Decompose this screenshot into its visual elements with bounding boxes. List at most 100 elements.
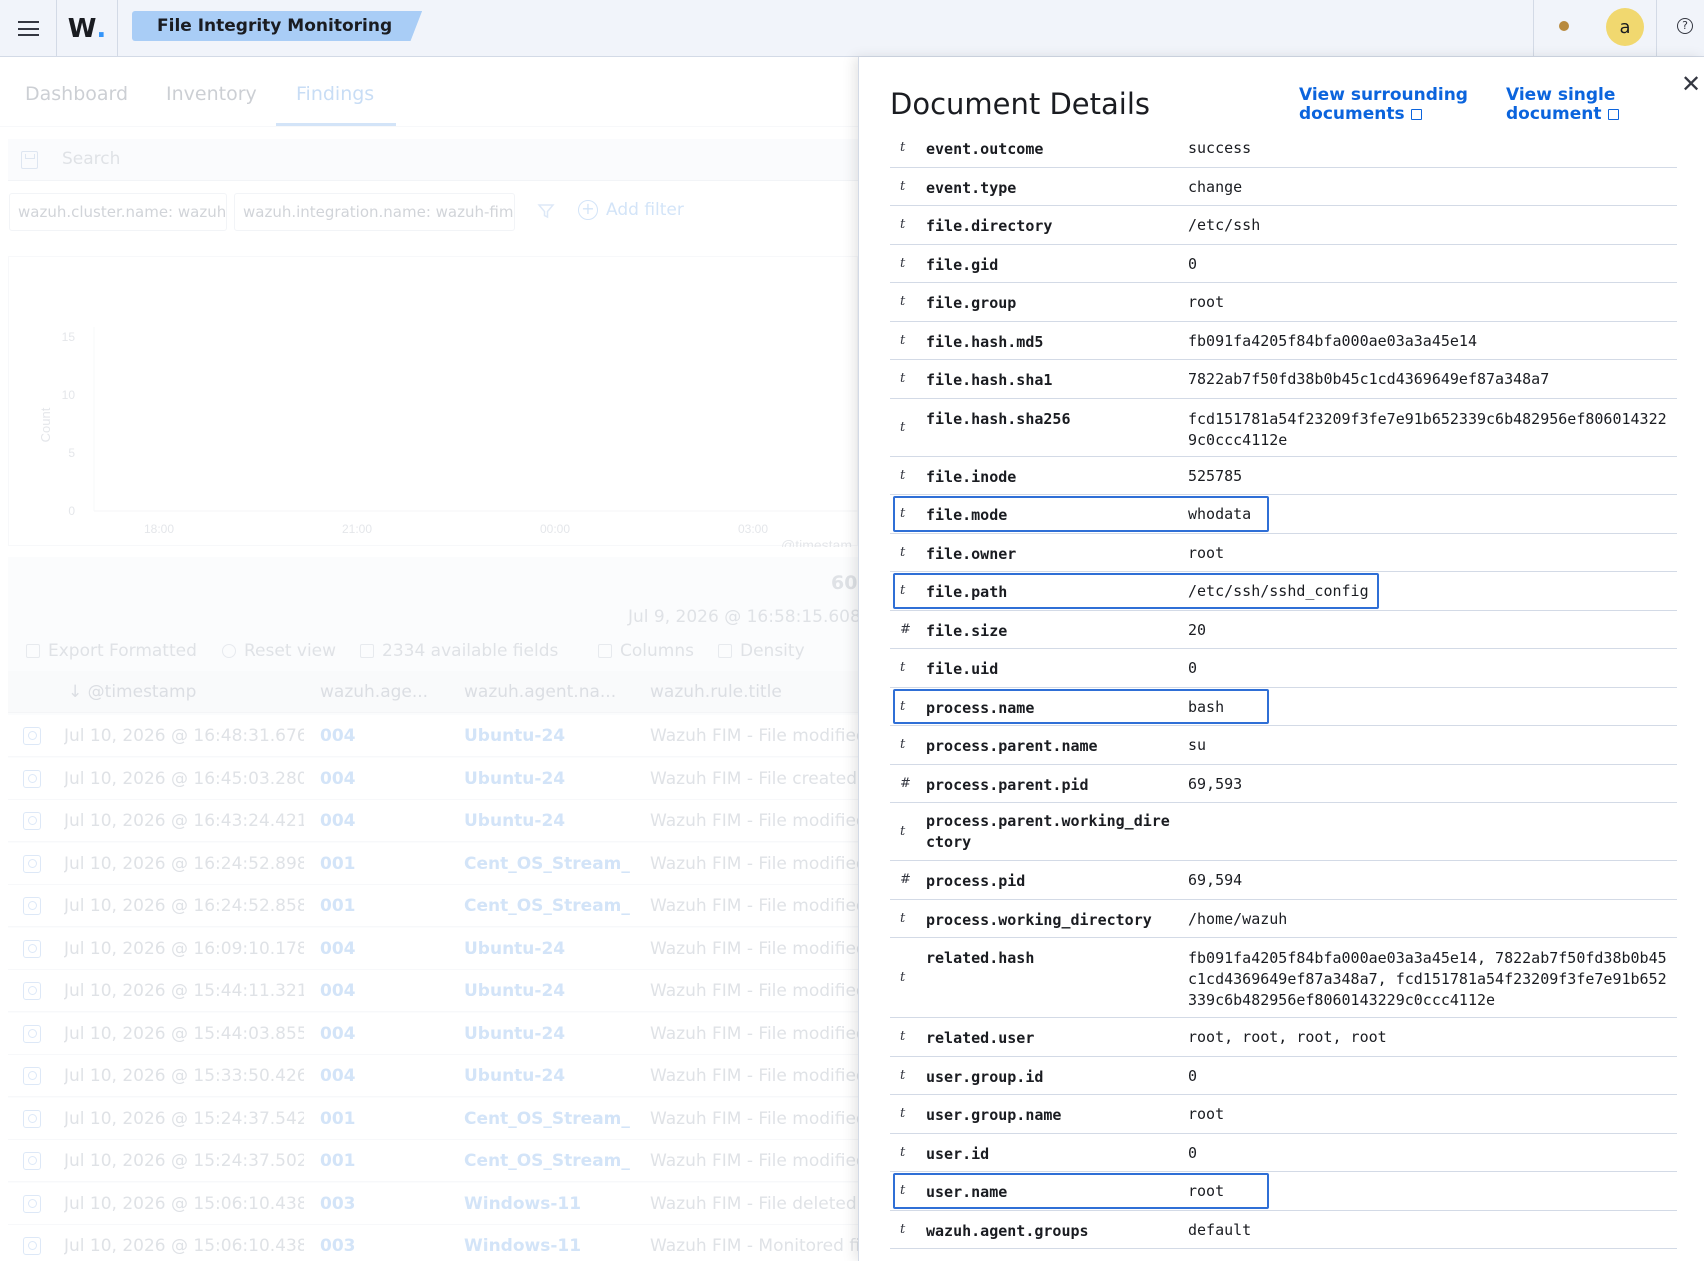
filter-icon[interactable]: [537, 202, 555, 220]
cell-agent-name[interactable]: Cent_OS_Stream_: [464, 854, 634, 874]
document-field-row: t file.owner root: [890, 534, 1677, 572]
inspect-document-icon[interactable]: [23, 939, 41, 958]
table-row[interactable]: Jul 10, 2026 @ 16:43:24.421 004 Ubuntu-24 W…: [8, 800, 858, 842]
cell-agent-id[interactable]: 004: [320, 811, 450, 831]
saved-query-icon[interactable]: [21, 151, 38, 169]
cell-agent-name[interactable]: Cent_OS_Stream_: [464, 1151, 634, 1171]
field-type-icon: t: [900, 660, 906, 676]
wazuh-logo[interactable]: W.: [57, 0, 118, 57]
top-header: W. File Integrity Monitoring a ?: [0, 0, 1704, 57]
cell-agent-id[interactable]: 004: [320, 939, 450, 959]
cell-agent-id[interactable]: 001: [320, 1151, 450, 1171]
field-type-icon: t: [900, 1067, 906, 1083]
table-row[interactable]: Jul 10, 2026 @ 15:44:03.855 004 Ubuntu-24 W…: [8, 1012, 858, 1055]
table-row[interactable]: Jul 10, 2026 @ 16:09:10.178 004 Ubuntu-24 W…: [8, 927, 858, 970]
cell-agent-id[interactable]: 001: [320, 854, 450, 874]
document-field-row: # file.size 20: [890, 611, 1677, 649]
inspect-document-icon[interactable]: [23, 812, 41, 830]
table-row[interactable]: Jul 10, 2026 @ 16:48:31.676 004 Ubuntu-24 W…: [8, 715, 858, 757]
table-row[interactable]: Jul 10, 2026 @ 15:24:37.542 001 Cent_OS_St…: [8, 1097, 858, 1140]
tab-dashboard[interactable]: Dashboard: [25, 83, 128, 105]
help-icon[interactable]: ?: [1677, 18, 1693, 34]
cell-agent-name[interactable]: Ubuntu-24: [464, 1024, 634, 1044]
available-fields-button[interactable]: 2334 available fields: [360, 641, 558, 661]
cell-agent-name[interactable]: Ubuntu-24: [464, 981, 634, 1001]
fields-label: 2334 available fields: [382, 641, 559, 661]
field-value: 525785: [1188, 466, 1243, 485]
cell-timestamp: Jul 10, 2026 @ 16:45:03.280: [64, 768, 304, 789]
column-header-agent-name[interactable]: wazuh.agent.na...: [464, 682, 616, 702]
search-bar[interactable]: Search: [8, 139, 858, 181]
table-row[interactable]: Jul 10, 2026 @ 16:24:52.898 001 Cent_OS_St…: [8, 842, 858, 885]
cell-agent-id[interactable]: 004: [320, 981, 450, 1001]
tab-inventory[interactable]: Inventory: [166, 83, 257, 105]
table-row[interactable]: Jul 10, 2026 @ 15:24:37.502 001 Cent_OS_St…: [8, 1140, 858, 1182]
cell-agent-id[interactable]: 003: [320, 1236, 450, 1256]
cell-agent-name[interactable]: Windows-11: [464, 1194, 634, 1214]
field-name: process.working_directory: [926, 910, 1152, 929]
inspect-document-icon[interactable]: [23, 1237, 41, 1255]
table-row[interactable]: Jul 10, 2026 @ 15:44:11.321 004 Ubuntu-24 W…: [8, 970, 858, 1012]
column-header-timestamp[interactable]: ↓ @timestamp: [68, 682, 196, 702]
inspect-document-icon[interactable]: [23, 1024, 41, 1043]
inspect-document-icon[interactable]: [23, 982, 41, 1000]
breadcrumb[interactable]: File Integrity Monitoring: [132, 11, 423, 41]
cell-agent-name[interactable]: Cent_OS_Stream_: [464, 896, 634, 916]
inspect-document-icon[interactable]: [23, 1194, 41, 1213]
filter-pill-integration[interactable]: wazuh.integration.name: wazuh-fim: [234, 193, 515, 231]
cell-agent-name[interactable]: Cent_OS_Stream_: [464, 1109, 634, 1129]
table-row[interactable]: Jul 10, 2026 @ 16:24:52.858 001 Cent_OS_St…: [8, 885, 858, 927]
search-input[interactable]: Search: [62, 149, 120, 169]
document-field-row: t wazuh.agent.groups default: [890, 1211, 1677, 1249]
filter-pill-cluster[interactable]: wazuh.cluster.name: wazuh: [9, 193, 227, 231]
columns-button[interactable]: Columns: [598, 641, 694, 661]
table-row[interactable]: Jul 10, 2026 @ 15:33:50.426 004 Ubuntu-24 W…: [8, 1055, 858, 1097]
avatar[interactable]: a: [1606, 8, 1644, 46]
column-header-rule-title[interactable]: wazuh.rule.title: [650, 682, 782, 702]
document-field-row: t process.parent.working_directory: [890, 803, 1677, 861]
view-single-document-link[interactable]: View single document: [1506, 86, 1619, 124]
cell-agent-id[interactable]: 004: [320, 769, 450, 789]
tab-findings[interactable]: Findings: [296, 83, 374, 105]
inspect-document-icon[interactable]: [23, 769, 41, 788]
cell-agent-id[interactable]: 004: [320, 1066, 450, 1086]
y-tick-label: 10: [62, 388, 76, 402]
field-value: success: [1188, 139, 1252, 157]
menu-button[interactable]: [0, 0, 57, 57]
add-filter-button[interactable]: + Add filter: [578, 200, 684, 220]
cell-agent-name[interactable]: Ubuntu-24: [464, 939, 634, 959]
cell-agent-name[interactable]: Ubuntu-24: [464, 769, 634, 789]
status-dot-icon[interactable]: [1559, 21, 1569, 31]
cell-agent-id[interactable]: 003: [320, 1194, 450, 1214]
inspect-document-icon[interactable]: [23, 854, 41, 873]
table-row[interactable]: Jul 10, 2026 @ 15:06:10.438 003 Windows-11…: [8, 1182, 858, 1225]
document-field-row: t user.id 0: [890, 1134, 1677, 1172]
table-row[interactable]: Jul 10, 2026 @ 15:06:10.438 003 Windows-11…: [8, 1225, 858, 1261]
x-axis-label: @timestam: [781, 537, 852, 547]
inspect-document-icon[interactable]: [23, 1067, 41, 1085]
export-button[interactable]: Export Formatted: [26, 641, 197, 661]
cell-agent-id[interactable]: 004: [320, 726, 450, 746]
table-row[interactable]: Jul 10, 2026 @ 16:45:03.280 004 Ubuntu-24 W…: [8, 757, 858, 800]
inspect-document-icon[interactable]: [23, 727, 41, 745]
inspect-document-icon[interactable]: [23, 1109, 41, 1128]
cell-agent-name[interactable]: Ubuntu-24: [464, 1066, 634, 1086]
cell-rule-title: Wazuh FIM - File modified: [650, 1151, 858, 1171]
close-icon[interactable]: ✕: [1681, 72, 1701, 96]
cell-agent-name[interactable]: Ubuntu-24: [464, 811, 634, 831]
inspect-document-icon[interactable]: [23, 897, 41, 915]
reset-view-button[interactable]: Reset view: [222, 641, 336, 661]
field-type-icon: t: [900, 910, 906, 926]
cell-agent-name[interactable]: Windows-11: [464, 1236, 634, 1256]
field-value: root: [1188, 543, 1225, 562]
column-header-agent-id[interactable]: wazuh.age...: [320, 682, 428, 702]
reset-icon: [222, 644, 236, 658]
density-button[interactable]: Density: [718, 641, 805, 661]
cell-agent-id[interactable]: 001: [320, 1109, 450, 1129]
cell-agent-id[interactable]: 004: [320, 1024, 450, 1044]
view-surrounding-documents-link[interactable]: View surrounding documents: [1299, 86, 1468, 124]
field-name: file.hash.sha256: [926, 409, 1071, 428]
inspect-document-icon[interactable]: [23, 1152, 41, 1170]
cell-agent-name[interactable]: Ubuntu-24: [464, 726, 634, 746]
cell-agent-id[interactable]: 001: [320, 896, 450, 916]
